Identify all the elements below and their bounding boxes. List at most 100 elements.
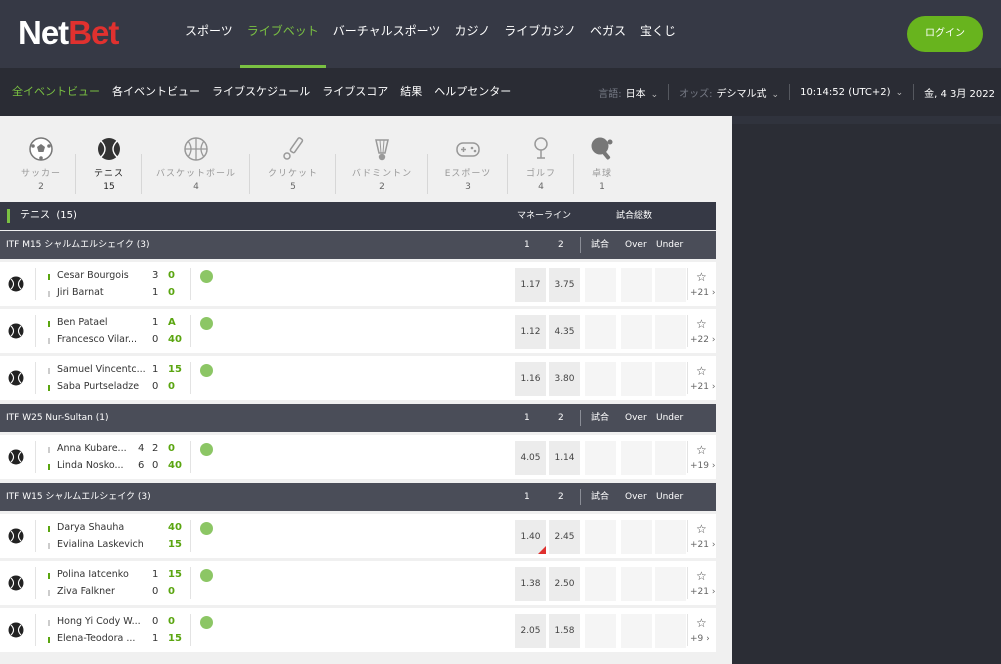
event-row[interactable]: Anna Kubare... 4 2 0 Linda Nosko... 6 0 40 4.05 1… [0,435,716,479]
player-name: Samuel Vincentc... [57,364,146,375]
sub-nav-item[interactable]: 全イベントビュー [6,68,106,116]
stats-icon[interactable] [200,364,213,377]
more-markets-link[interactable]: +21 › [690,587,715,597]
odds-button-home[interactable]: 1.40 [515,520,546,554]
more-markets-link[interactable]: +9 › [690,634,710,644]
odds-button-home[interactable]: 1.12 [515,315,546,349]
star-icon[interactable]: ☆ [696,317,707,331]
total-games-odds[interactable] [585,362,616,396]
sport-tab-golf[interactable]: ゴルフ 4 [508,124,574,206]
odds-format-selector[interactable]: デシマル式 ⌄ [717,85,780,100]
league-header[interactable]: ITF W15 シャルムエルシェイク (3) 1 2 試合 Over Under [0,483,716,511]
main-nav-item[interactable]: スポーツ [178,0,240,68]
odds-button-away[interactable]: 1.58 [549,614,580,648]
star-icon[interactable]: ☆ [696,270,707,284]
total-games-odds[interactable] [585,268,616,302]
date-value: 金, 4 3月 2022 [924,88,995,100]
sub-nav-item[interactable]: 結果 [394,68,428,116]
over-odds[interactable] [621,441,652,475]
main-nav-item[interactable]: バーチャルスポーツ [326,0,448,68]
odds-button-away[interactable]: 2.50 [549,567,580,601]
sport-tab-soccer-ball[interactable]: サッカー 2 [6,124,76,206]
total-games-odds[interactable] [585,441,616,475]
over-odds[interactable] [621,614,652,648]
star-icon[interactable]: ☆ [696,569,707,583]
sub-nav-item[interactable]: ライブスケジュール [206,68,316,116]
netbet-logo[interactable]: NetBet [18,14,119,52]
odds-button-away[interactable]: 2.45 [549,520,580,554]
sub-nav-item[interactable]: ライブスコア [316,68,394,116]
event-row[interactable]: Cesar Bourgois 3 0 Jiri Barnat 1 0 1.17 3.75 ☆ +2… [0,262,716,306]
odds-button-home[interactable]: 1.38 [515,567,546,601]
over-odds[interactable] [621,362,652,396]
event-row[interactable]: Polina Iatcenko 1 15 Ziva Falkner 0 0 1.38 2.50… [0,561,716,605]
event-row[interactable]: Samuel Vincentc... 1 15 Saba Purtseladze 0 0 1… [0,356,716,400]
over-odds[interactable] [621,567,652,601]
star-icon[interactable]: ☆ [696,364,707,378]
star-icon[interactable]: ☆ [696,522,707,536]
odds-button-away[interactable]: 4.35 [549,315,580,349]
odds-button-home[interactable]: 2.05 [515,614,546,648]
event-row[interactable]: Hong Yi Cody W... 0 0 Elena-Teodora ... 1 15 2… [0,608,716,652]
more-markets-link[interactable]: +19 › [690,461,715,471]
star-icon[interactable]: ☆ [696,616,707,630]
main-nav-item[interactable]: ライブベット [239,0,326,68]
sport-tab-cricket[interactable]: クリケット 5 [250,124,336,206]
point-score: 0 [168,381,175,392]
total-games-odds[interactable] [585,614,616,648]
total-games-header: 試合総数 [616,211,653,221]
more-markets-link[interactable]: +21 › [690,288,715,298]
under-odds[interactable] [655,315,686,349]
main-nav-item[interactable]: 宝くじ [633,0,683,68]
language-selector[interactable]: 日本 ⌄ [626,85,659,100]
sub-nav-item[interactable]: 各イベントビュー [106,68,206,116]
sport-tab-table-tennis[interactable]: 卓球 1 [574,124,630,206]
star-icon[interactable]: ☆ [696,443,707,457]
odds-format-value: デシマル式 [716,88,767,100]
under-odds[interactable] [655,268,686,302]
sport-tab-shuttlecock[interactable]: バドミントン 2 [336,124,428,206]
odds-button-home[interactable]: 1.16 [515,362,546,396]
main-nav-item[interactable]: ライブカジノ [497,0,583,68]
event-row[interactable]: Ben Patael 1 A Francesco Vilar... 0 40 1.12 4.3… [0,309,716,353]
more-markets-link[interactable]: +22 › [690,335,715,345]
bet-slip-panel [732,124,1001,664]
login-button[interactable]: ログイン [907,16,983,52]
main-nav-item[interactable]: カジノ [447,0,497,68]
over-odds[interactable] [621,268,652,302]
league-header[interactable]: ITF W25 Nur-Sultan (1) 1 2 試合 Over Under [0,404,716,432]
under-odds[interactable] [655,362,686,396]
odds-button-home[interactable]: 4.05 [515,441,546,475]
total-games-odds[interactable] [585,567,616,601]
sport-tab-gamepad[interactable]: Eスポーツ 3 [428,124,508,206]
over-odds[interactable] [621,520,652,554]
tennis-ball-icon [96,136,122,162]
odds-button-away[interactable]: 3.75 [549,268,580,302]
under-odds[interactable] [655,614,686,648]
odds-button-away[interactable]: 3.80 [549,362,580,396]
sport-tab-basketball[interactable]: バスケットボール 4 [142,124,250,206]
odds-button-away[interactable]: 1.14 [549,441,580,475]
stats-icon[interactable] [200,270,213,283]
total-games-odds[interactable] [585,315,616,349]
total-games-odds[interactable] [585,520,616,554]
stats-icon[interactable] [200,616,213,629]
sub-nav-item[interactable]: ヘルプセンター [428,68,517,116]
league-header[interactable]: ITF M15 シャルムエルシェイク (3) 1 2 試合 Over Under [0,231,716,259]
stats-icon[interactable] [200,569,213,582]
sport-tab-tennis-ball[interactable]: テニス 15 [76,124,142,210]
time-selector[interactable]: 10:14:52 (UTC+2) ⌄ [800,87,903,98]
stats-icon[interactable] [200,522,213,535]
stats-icon[interactable] [200,443,213,456]
under-odds[interactable] [655,567,686,601]
main-nav-item[interactable]: ベガス [583,0,633,68]
more-markets-link[interactable]: +21 › [690,540,715,550]
more-markets-link[interactable]: +21 › [690,382,715,392]
stats-icon[interactable] [200,317,213,330]
timezone-value: (UTC+2) [848,86,891,98]
over-odds[interactable] [621,315,652,349]
under-odds[interactable] [655,441,686,475]
event-row[interactable]: Darya Shauha 40 Evialina Laskevich 15 1.40 2.… [0,514,716,558]
under-odds[interactable] [655,520,686,554]
odds-button-home[interactable]: 1.17 [515,268,546,302]
